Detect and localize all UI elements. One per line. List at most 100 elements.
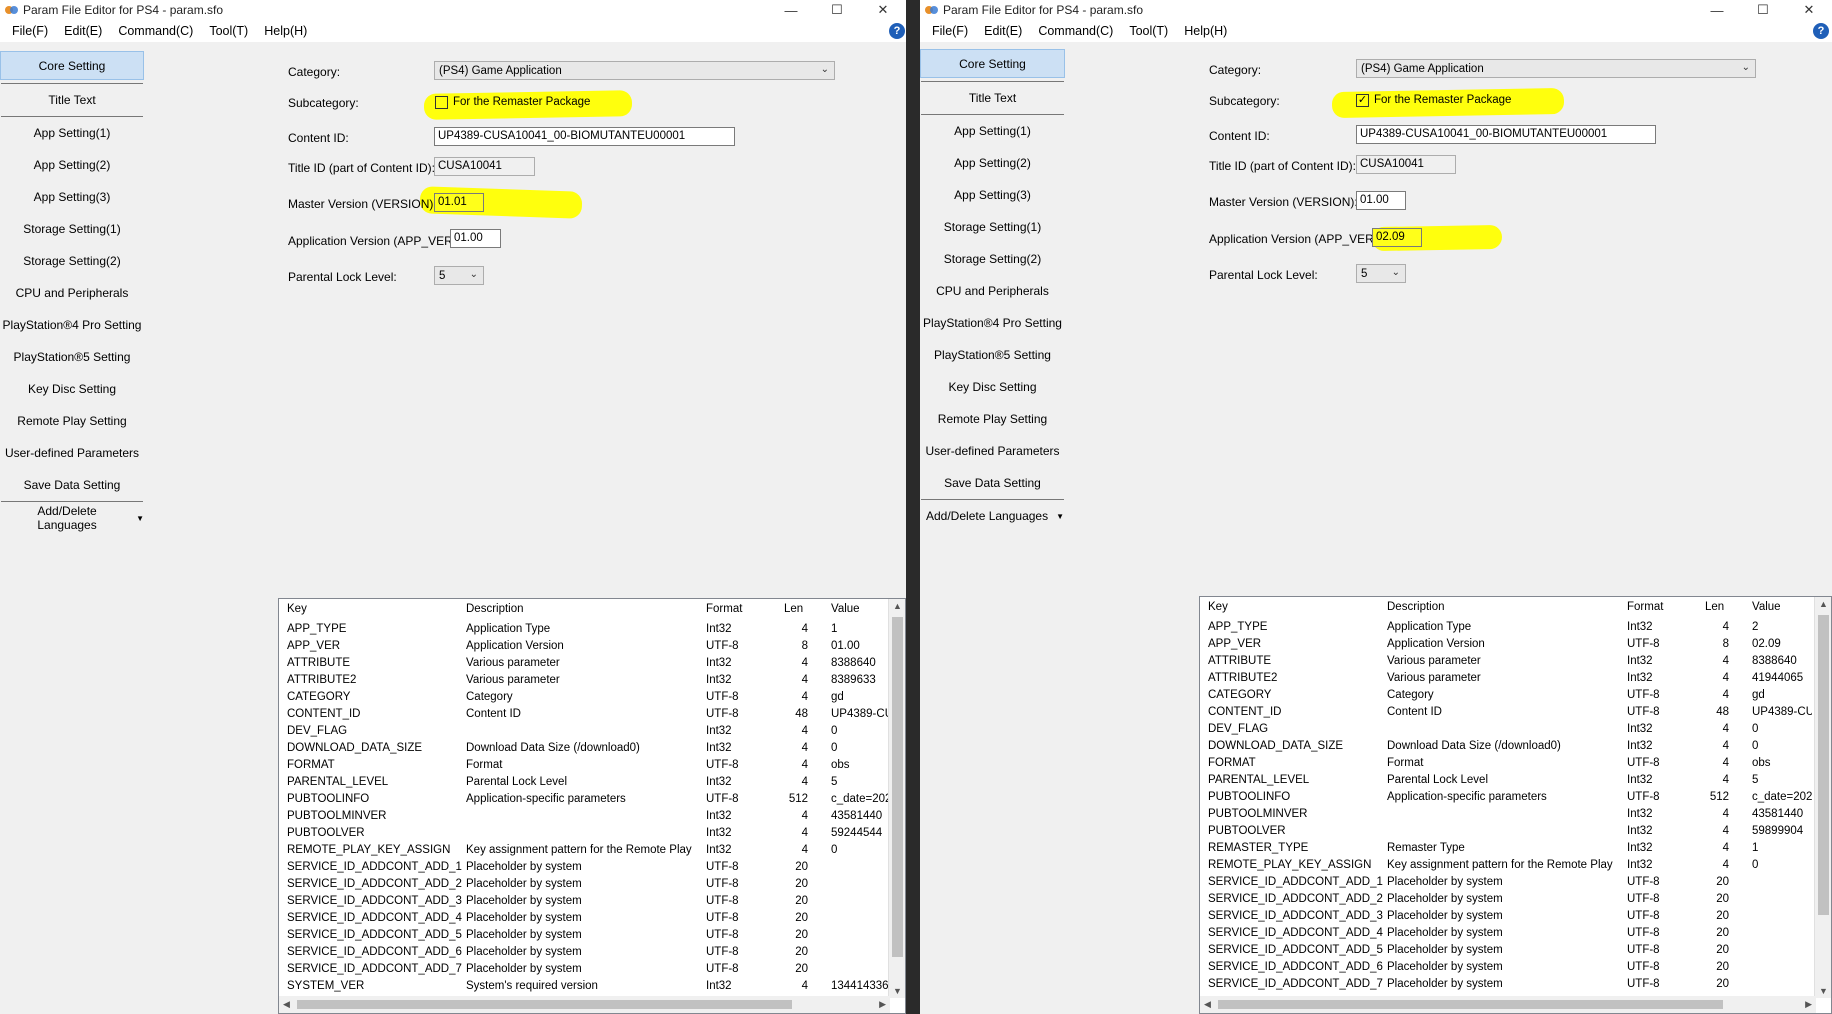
table-row[interactable]: SERVICE_ID_ADDCONT_ADD_5 Placeholder by s…: [1200, 942, 1814, 959]
table-row[interactable]: CATEGORY Category UTF-8 4 gd: [279, 689, 888, 706]
menu-edit[interactable]: Edit(E): [976, 24, 1030, 38]
sidebar-item-key-disc[interactable]: Key Disc Setting: [920, 371, 1065, 403]
close-button[interactable]: ✕: [860, 0, 906, 20]
menu-file[interactable]: File(F): [920, 24, 976, 38]
column-format[interactable]: Format: [706, 603, 742, 615]
sidebar-item-key-disc[interactable]: Key Disc Setting: [0, 373, 144, 405]
sidebar-item-storage-setting-2[interactable]: Storage Setting(2): [920, 243, 1065, 275]
title-bar[interactable]: Param File Editor for PS4 - param.sfo — …: [0, 0, 906, 20]
remaster-checkbox[interactable]: ✓: [1356, 94, 1369, 107]
column-key[interactable]: Key: [287, 603, 307, 615]
scrollbar-thumb[interactable]: [1218, 1000, 1723, 1009]
table-row[interactable]: APP_TYPE Application Type Int32 4 2: [1200, 619, 1814, 636]
table-row[interactable]: SERVICE_ID_ADDCONT_ADD_2 Placeholder by s…: [1200, 891, 1814, 908]
column-len[interactable]: Len: [784, 603, 803, 615]
sidebar-item-core-setting[interactable]: Core Setting: [0, 51, 144, 80]
category-select[interactable]: (PS4) Game Application ⌄: [1356, 59, 1756, 78]
table-row[interactable]: PUBTOOLMINVER Int32 4 43581440: [279, 808, 888, 825]
scroll-down-icon[interactable]: ▼: [893, 986, 902, 996]
sidebar-item-remote-play[interactable]: Remote Play Setting: [0, 405, 144, 437]
table-row[interactable]: DEV_FLAG Int32 4 0: [1200, 721, 1814, 738]
table-row[interactable]: DOWNLOAD_DATA_SIZE Download Data Size (/d…: [279, 740, 888, 757]
sidebar-item-title-text[interactable]: Title Text: [920, 82, 1065, 114]
sidebar-item-title-text[interactable]: Title Text: [0, 84, 144, 116]
scroll-right-icon[interactable]: ▶: [1805, 999, 1812, 1010]
table-row[interactable]: REMASTER_TYPE Remaster Type Int32 4 1: [1200, 840, 1814, 857]
menu-help[interactable]: Help(H): [256, 24, 315, 38]
scrollbar-thumb[interactable]: [1818, 615, 1829, 915]
table-row[interactable]: CONTENT_ID Content ID UTF-8 48 UP4389-CUSA: [279, 706, 891, 723]
table-row[interactable]: REMOTE_PLAY_KEY_ASSIGN Key assignment pat…: [279, 842, 888, 859]
sidebar-item-app-setting-1[interactable]: App Setting(1): [920, 115, 1065, 147]
table-row[interactable]: SERVICE_ID_ADDCONT_ADD_4 Placeholder by s…: [1200, 925, 1814, 942]
table-row[interactable]: SERVICE_ID_ADDCONT_ADD_7 Placeholder by s…: [1200, 976, 1814, 993]
table-row[interactable]: PUBTOOLVER Int32 4 59899904: [1200, 823, 1814, 840]
column-key[interactable]: Key: [1208, 601, 1228, 613]
sidebar-item-app-setting-1[interactable]: App Setting(1): [0, 117, 144, 149]
menu-help[interactable]: Help(H): [1176, 24, 1235, 38]
parental-lock-select[interactable]: 5 ⌄: [1356, 264, 1406, 283]
horizontal-scrollbar[interactable]: ◀ ▶: [279, 996, 890, 1013]
sidebar-item-user-defined[interactable]: User-defined Parameters: [0, 437, 144, 469]
add-delete-languages-button[interactable]: Add/Delete Languages ▼: [920, 500, 1065, 532]
app-version-input[interactable]: 01.00: [450, 229, 501, 248]
add-delete-languages-button[interactable]: Add/Delete Languages ▼: [0, 502, 144, 534]
vertical-scrollbar[interactable]: ▲ ▼: [1814, 597, 1831, 998]
table-row[interactable]: DOWNLOAD_DATA_SIZE Download Data Size (/d…: [1200, 738, 1814, 755]
table-row[interactable]: ATTRIBUTE2 Various parameter Int32 4 4194406…: [1200, 670, 1814, 687]
sidebar-item-save-data[interactable]: Save Data Setting: [920, 467, 1065, 499]
minimize-button[interactable]: —: [1694, 0, 1740, 20]
remaster-checkbox[interactable]: [435, 96, 448, 109]
maximize-button[interactable]: ☐: [814, 0, 860, 20]
sidebar-item-cpu-peripherals[interactable]: CPU and Peripherals: [0, 277, 144, 309]
table-row[interactable]: ATTRIBUTE Various parameter Int32 4 8388640: [279, 655, 888, 672]
parental-lock-select[interactable]: 5 ⌄: [434, 266, 484, 285]
sidebar-item-core-setting[interactable]: Core Setting: [920, 49, 1065, 78]
table-row[interactable]: PUBTOOLINFO Application-specific paramete…: [1200, 789, 1814, 806]
menu-command[interactable]: Command(C): [1030, 24, 1121, 38]
table-row[interactable]: SERVICE_ID_ADDCONT_ADD_6 Placeholder by s…: [279, 944, 888, 961]
table-row[interactable]: SERVICE_ID_ADDCONT_ADD_6 Placeholder by s…: [1200, 959, 1814, 976]
menu-file[interactable]: File(F): [0, 24, 56, 38]
column-format[interactable]: Format: [1627, 601, 1663, 613]
category-select[interactable]: (PS4) Game Application ⌄: [434, 61, 835, 80]
table-row[interactable]: SERVICE_ID_ADDCONT_ADD_3 Placeholder by s…: [1200, 908, 1814, 925]
table-row[interactable]: SYSTEM_VER System's required version Int32…: [279, 978, 889, 995]
master-version-input[interactable]: 01.01: [434, 193, 484, 212]
table-row[interactable]: SERVICE_ID_ADDCONT_ADD_2 Placeholder by s…: [279, 876, 888, 893]
table-row[interactable]: PARENTAL_LEVEL Parental Lock Level Int32 4 5: [1200, 772, 1814, 789]
sidebar-item-storage-setting-1[interactable]: Storage Setting(1): [0, 213, 144, 245]
sidebar-item-app-setting-3[interactable]: App Setting(3): [920, 179, 1065, 211]
table-row[interactable]: SERVICE_ID_ADDCONT_ADD_1 Placeholder by s…: [1200, 874, 1814, 891]
table-row[interactable]: APP_VER Application Version UTF-8 8 02.09: [1200, 636, 1814, 653]
sidebar-item-ps4-pro[interactable]: PlayStation®4 Pro Setting: [920, 307, 1065, 339]
table-row[interactable]: ATTRIBUTE Various parameter Int32 4 8388640: [1200, 653, 1814, 670]
table-row[interactable]: CONTENT_ID Content ID UTF-8 48 UP4389-CUSA: [1200, 704, 1814, 721]
table-row[interactable]: SERVICE_ID_ADDCONT_ADD_4 Placeholder by s…: [279, 910, 888, 927]
column-value[interactable]: Value: [1752, 601, 1781, 613]
column-len[interactable]: Len: [1705, 601, 1724, 613]
sidebar-item-ps4-pro[interactable]: PlayStation®4 Pro Setting: [0, 309, 144, 341]
table-row[interactable]: SERVICE_ID_ADDCONT_ADD_7 Placeholder by s…: [279, 961, 888, 978]
scrollbar-thumb[interactable]: [297, 1000, 792, 1009]
table-row[interactable]: PUBTOOLINFO Application-specific paramete…: [279, 791, 891, 808]
vertical-scrollbar[interactable]: ▲ ▼: [888, 599, 905, 998]
close-button[interactable]: ✕: [1786, 0, 1832, 20]
scroll-left-icon[interactable]: ◀: [283, 999, 290, 1010]
menu-tool[interactable]: Tool(T): [1121, 24, 1176, 38]
scroll-left-icon[interactable]: ◀: [1204, 999, 1211, 1010]
column-description[interactable]: Description: [466, 603, 524, 615]
horizontal-scrollbar[interactable]: ◀ ▶: [1200, 996, 1816, 1013]
table-row[interactable]: SERVICE_ID_ADDCONT_ADD_5 Placeholder by s…: [279, 927, 888, 944]
menu-tool[interactable]: Tool(T): [201, 24, 256, 38]
table-row[interactable]: DEV_FLAG Int32 4 0: [279, 723, 888, 740]
sidebar-item-app-setting-2[interactable]: App Setting(2): [920, 147, 1065, 179]
table-row[interactable]: CATEGORY Category UTF-8 4 gd: [1200, 687, 1814, 704]
sidebar-item-app-setting-2[interactable]: App Setting(2): [0, 149, 144, 181]
help-icon[interactable]: ?: [1813, 23, 1829, 39]
sidebar-item-ps5[interactable]: PlayStation®5 Setting: [0, 341, 144, 373]
sidebar-item-storage-setting-2[interactable]: Storage Setting(2): [0, 245, 144, 277]
table-row[interactable]: PARENTAL_LEVEL Parental Lock Level Int32 4 5: [279, 774, 888, 791]
table-row[interactable]: PUBTOOLVER Int32 4 59244544: [279, 825, 888, 842]
menu-edit[interactable]: Edit(E): [56, 24, 110, 38]
